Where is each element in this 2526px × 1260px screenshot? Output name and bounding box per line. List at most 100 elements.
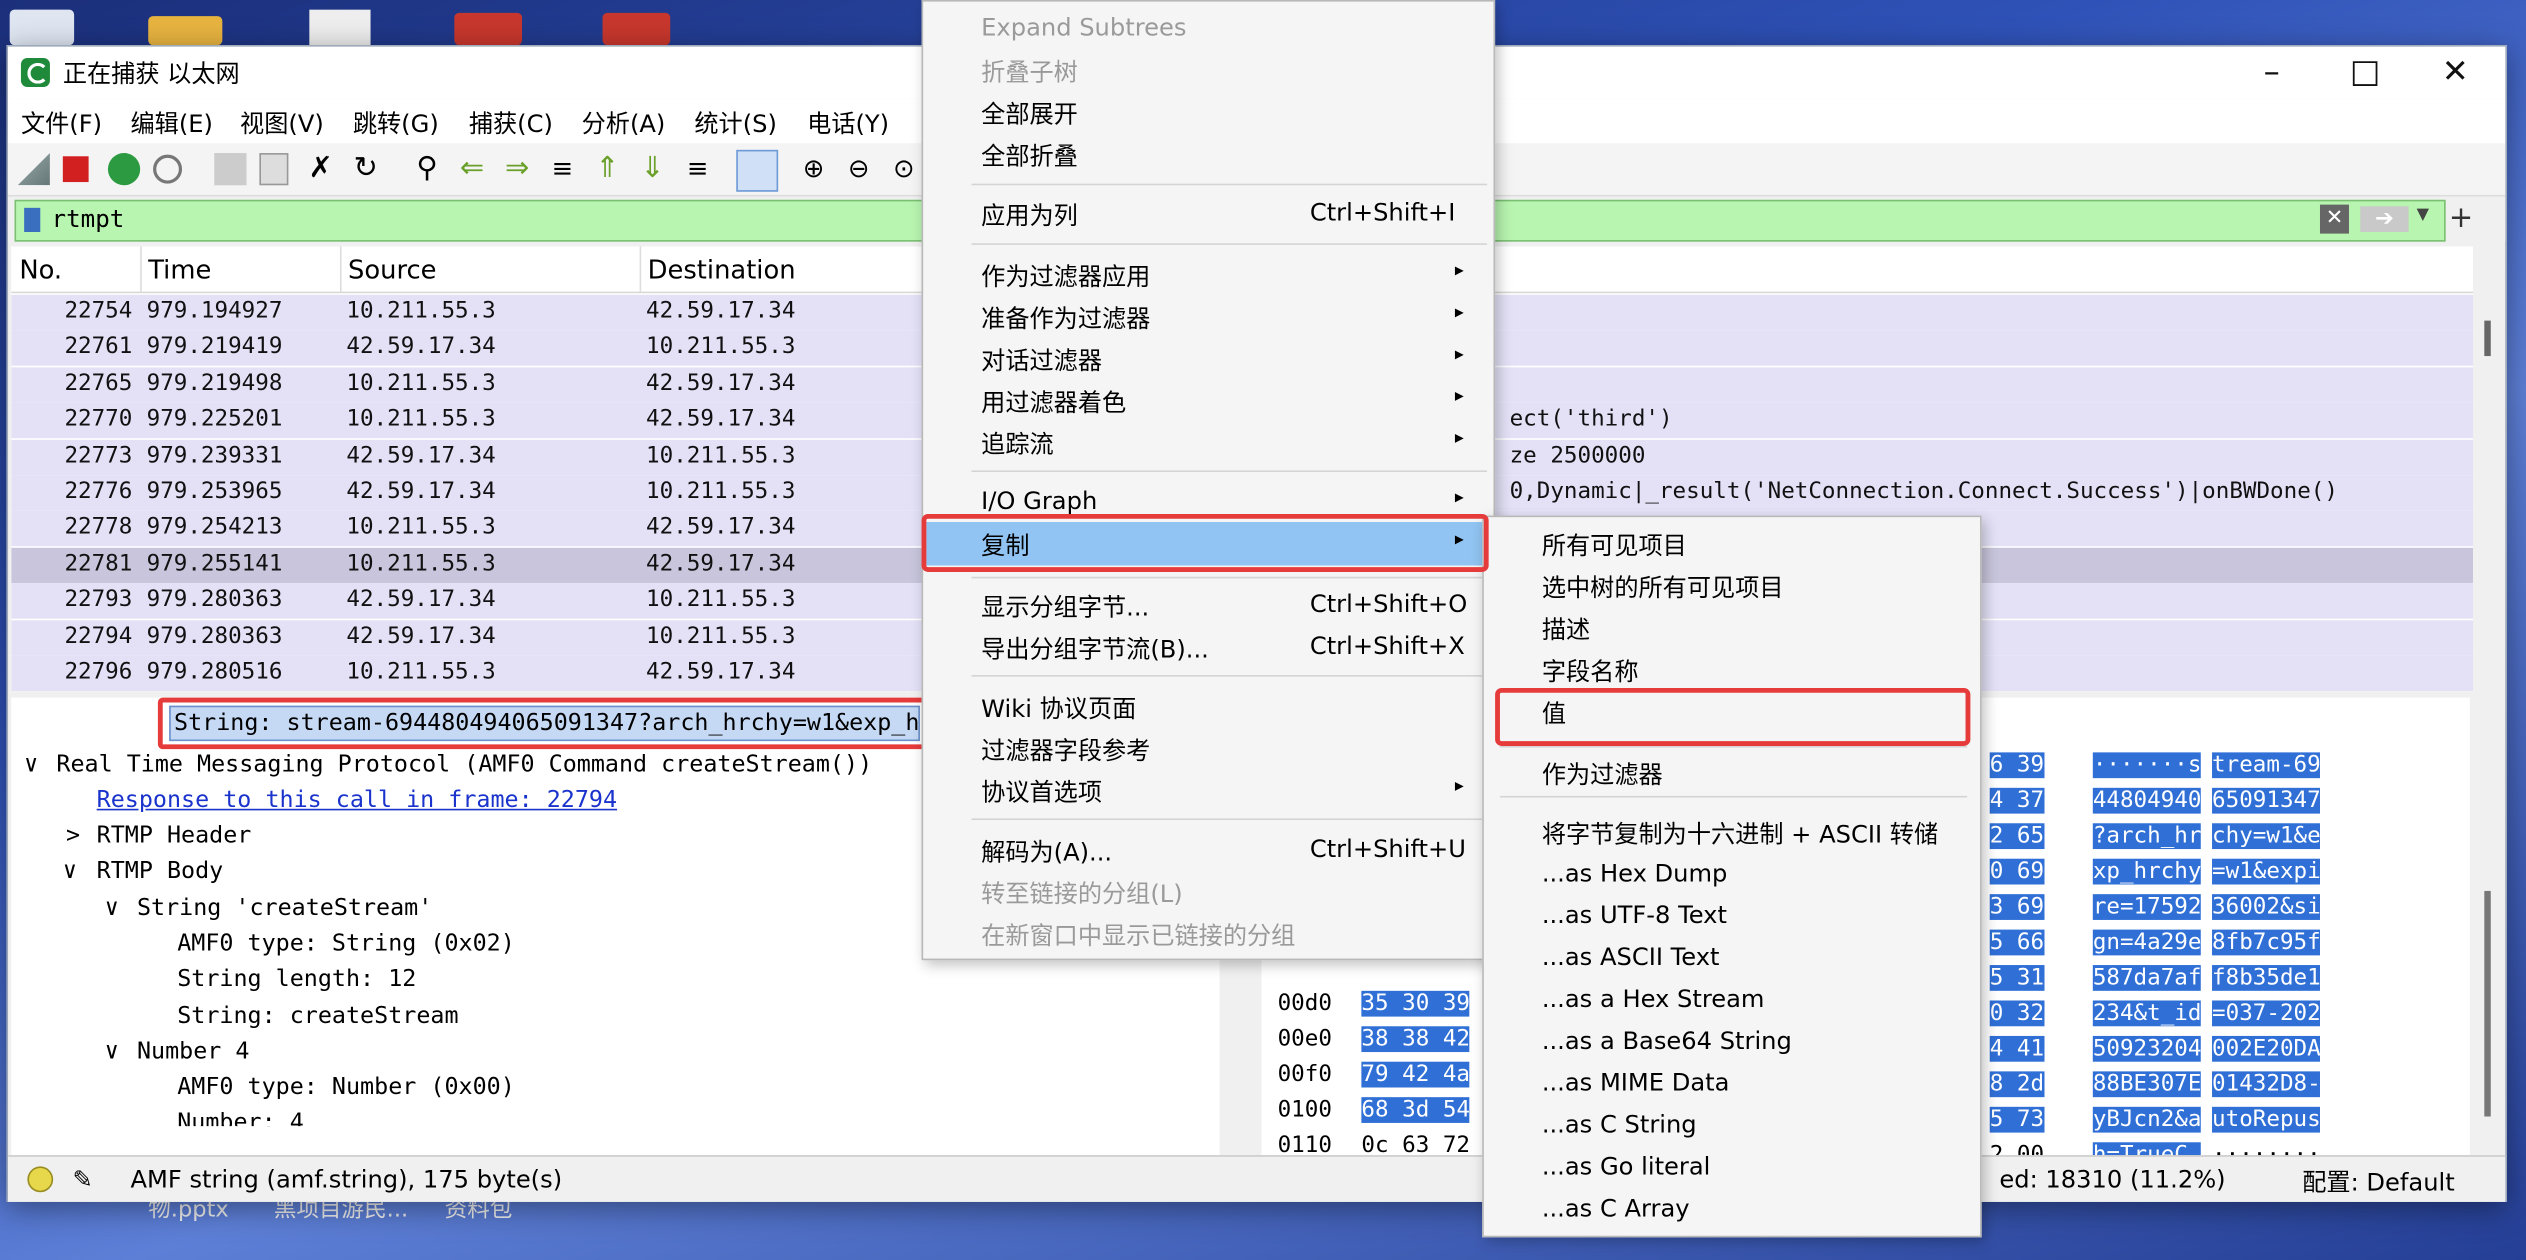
- copy-submenu-item[interactable]: 作为过滤器: [1484, 752, 1977, 794]
- context-menu-item[interactable]: 用过滤器着色 ▸: [923, 380, 1490, 422]
- ascii-bytes[interactable]: xp_hrchy: [2092, 858, 2202, 885]
- hex-bytes[interactable]: 3 69: [1989, 894, 2045, 920]
- tree-item-number-type[interactable]: AMF0 type: Number (0x00): [177, 1075, 515, 1101]
- context-menu-item[interactable]: 对话过滤器 ▸: [923, 338, 1490, 380]
- start-capture-icon[interactable]: [17, 153, 50, 186]
- capture-options-icon[interactable]: [153, 154, 183, 184]
- menu-view[interactable]: 视图(V): [240, 106, 324, 140]
- go-to-packet-icon[interactable]: ≡: [546, 153, 578, 185]
- copy-submenu-item[interactable]: ...as MIME Data: [1484, 1063, 1977, 1105]
- copy-submenu-item[interactable]: ...as C String: [1484, 1105, 1977, 1147]
- zoom-out-icon[interactable]: ⊖: [843, 153, 875, 185]
- menu-statistics[interactable]: 统计(S): [694, 106, 777, 140]
- context-menu-item[interactable]: 过滤器字段参考: [923, 728, 1490, 770]
- ascii-bytes[interactable]: f8b35de1: [2212, 965, 2321, 991]
- minimize-icon[interactable]: –: [2225, 47, 2318, 99]
- hex-bytes[interactable]: 68 3d 54: [1361, 1097, 1471, 1123]
- ascii-bytes[interactable]: ?arch_hr: [2092, 823, 2202, 850]
- first-packet-icon[interactable]: ⇑: [591, 152, 623, 185]
- ascii-bytes[interactable]: 88BE307E: [2092, 1071, 2202, 1098]
- ascii-bytes[interactable]: 36002&si: [2212, 894, 2321, 920]
- copy-submenu-item[interactable]: 描述: [1484, 607, 1977, 649]
- desktop-icon-doc[interactable]: [309, 9, 371, 46]
- copy-submenu-item[interactable]: ...as a Base64 String: [1484, 1021, 1977, 1063]
- context-menu-item[interactable]: 导出分组字节流(B)... Ctrl+Shift+X: [923, 627, 1490, 669]
- copy-submenu-item[interactable]: ...as ASCII Text: [1484, 938, 1977, 980]
- tree-arrow-header[interactable]: >: [66, 823, 80, 849]
- desktop-icon-folder[interactable]: [148, 16, 223, 46]
- hex-bytes[interactable]: 0 32: [1989, 1000, 2045, 1027]
- close-icon[interactable]: ✕: [2409, 47, 2502, 99]
- ascii-bytes[interactable]: 65091347: [2212, 787, 2321, 814]
- ascii-bytes[interactable]: 8fb7c95f: [2212, 929, 2321, 956]
- context-menu-item[interactable]: 全部折叠: [923, 134, 1490, 176]
- ascii-bytes[interactable]: tream-69: [2212, 752, 2321, 779]
- filter-text[interactable]: rtmpt: [52, 205, 125, 234]
- ascii-bytes[interactable]: =w1&expi: [2212, 858, 2321, 885]
- tree-item-string[interactable]: String 'createStream': [137, 896, 432, 922]
- copy-submenu-item[interactable]: 字段名称: [1484, 649, 1977, 691]
- autoscroll-icon[interactable]: ≡: [681, 153, 713, 185]
- ascii-bytes[interactable]: 01432D8-: [2212, 1071, 2321, 1098]
- go-back-icon[interactable]: ⇐: [456, 152, 488, 185]
- context-menu-item[interactable]: 解码为(A)... Ctrl+Shift+U: [923, 830, 1490, 872]
- hex-bytes[interactable]: 2 65: [1989, 823, 2045, 850]
- apply-filter-icon[interactable]: ➔: [2360, 206, 2409, 232]
- ascii-bytes[interactable]: 234&t_id: [2092, 1000, 2202, 1027]
- bytes-scrollbar[interactable]: [2474, 697, 2503, 1165]
- hex-bytes[interactable]: 79 42 4a: [1361, 1061, 1471, 1088]
- copy-submenu-item[interactable]: ...as a Hex Stream: [1484, 980, 1977, 1022]
- hex-bytes[interactable]: 5 31: [1989, 965, 2045, 991]
- copy-submenu-item[interactable]: ...as C Array: [1484, 1189, 1977, 1231]
- tree-item-number-value[interactable]: Number: 4: [177, 1110, 304, 1126]
- close-file-icon[interactable]: ✗: [304, 152, 336, 185]
- copy-submenu-item[interactable]: 选中树的所有可见项目: [1484, 565, 1977, 607]
- maximize-icon[interactable]: □: [2318, 47, 2411, 99]
- context-menu-item[interactable]: Wiki 协议页面: [923, 686, 1490, 728]
- tree-item-response-link[interactable]: Response to this call in frame: 22794: [97, 788, 617, 814]
- ascii-bytes[interactable]: yBJcn2&a: [2092, 1106, 2202, 1133]
- filter-dropdown-icon[interactable]: ▼: [2417, 206, 2429, 224]
- packet-list-scrollbar[interactable]: [2474, 288, 2503, 692]
- ascii-bytes[interactable]: 002E20DA: [2212, 1035, 2321, 1062]
- context-menu-item[interactable]: 准备作为过滤器 ▸: [923, 296, 1490, 338]
- hex-bytes[interactable]: 8 2d: [1989, 1071, 2045, 1098]
- go-forward-icon[interactable]: ⇒: [501, 152, 533, 185]
- tree-item-string-value[interactable]: String: createStream: [177, 1004, 458, 1030]
- tree-arrow-string[interactable]: ∨: [105, 896, 119, 922]
- menu-capture[interactable]: 捕获(C): [469, 106, 553, 140]
- edit-comment-icon[interactable]: ✎: [72, 1165, 92, 1194]
- copy-submenu-item[interactable]: 所有可见项目: [1484, 524, 1977, 566]
- menu-telephony[interactable]: 电话(Y): [807, 106, 889, 140]
- ascii-bytes[interactable]: ·······s: [2092, 752, 2202, 779]
- hex-bytes[interactable]: 6 39: [1989, 752, 2045, 779]
- copy-submenu-item[interactable]: ...as Go literal: [1484, 1147, 1977, 1189]
- hex-bytes[interactable]: 4 41: [1989, 1035, 2045, 1062]
- filter-bookmark-icon[interactable]: [24, 207, 41, 232]
- save-file-icon[interactable]: [259, 153, 289, 186]
- selected-string-value[interactable]: String: stream-694480494065091347?arch_h…: [169, 705, 920, 742]
- tree-item-rtmp-body[interactable]: RTMP Body: [97, 859, 224, 885]
- hex-bytes[interactable]: 5 66: [1989, 929, 2045, 956]
- zoom-in-icon[interactable]: ⊕: [797, 153, 829, 185]
- context-menu-item[interactable]: 作为过滤器应用 ▸: [923, 255, 1490, 297]
- column-time[interactable]: Time: [148, 255, 211, 286]
- colorize-icon[interactable]: [736, 149, 779, 192]
- open-file-icon[interactable]: [214, 153, 247, 186]
- tree-arrow-number[interactable]: ∨: [105, 1039, 119, 1065]
- hex-bytes[interactable]: 0 69: [1989, 858, 2045, 885]
- stop-capture-icon[interactable]: [62, 156, 89, 183]
- ascii-bytes[interactable]: re=17592: [2092, 894, 2202, 920]
- ascii-bytes[interactable]: 44804940: [2092, 787, 2202, 814]
- context-menu-item[interactable]: 全部展开: [923, 92, 1490, 134]
- menu-file[interactable]: 文件(F): [21, 106, 102, 140]
- last-packet-icon[interactable]: ⇓: [636, 152, 668, 185]
- hex-bytes[interactable]: 5 73: [1989, 1106, 2045, 1133]
- ascii-bytes[interactable]: 50923204: [2092, 1035, 2202, 1062]
- menu-edit[interactable]: 编辑(E): [130, 106, 212, 140]
- clear-filter-icon[interactable]: ✕: [2319, 204, 2349, 234]
- context-menu-item[interactable]: 追踪流 ▸: [923, 422, 1490, 464]
- tree-item-rtmp-header[interactable]: RTMP Header: [97, 823, 252, 849]
- reload-icon[interactable]: ↻: [350, 152, 382, 185]
- tree-item-amf-type[interactable]: AMF0 type: String (0x02): [177, 931, 515, 957]
